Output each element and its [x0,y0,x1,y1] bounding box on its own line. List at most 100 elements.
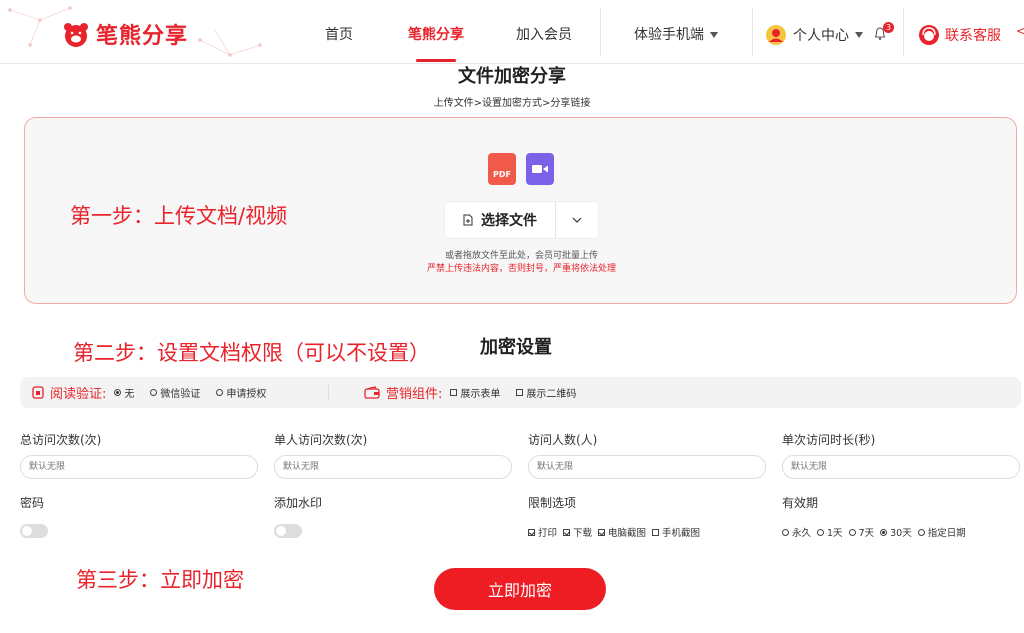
show-qrcode-checkbox[interactable]: 展示二维码 [516,385,576,400]
chevron-down-icon [572,217,582,223]
choose-file-button[interactable]: 选择文件 [445,202,556,238]
validity-1day-radio[interactable]: 1天 [817,525,843,539]
visitors-label: 访问人数(人) [528,433,598,447]
checkbox-label: 下载 [573,528,593,539]
radio-icon [150,389,158,396]
upload-dropzone[interactable]: 第一步：上传文档/视频 PDF 选择文件 或者拖放文件至此处，会员可批量上传 严… [24,117,1017,304]
top-header: 笔熊分享 首页 笔熊分享 加入会员 体验手机端 个人中心 3 联系客服 < [0,0,1024,64]
customer-service-icon [919,25,939,45]
nav-service-label: 联系客服 [945,28,1001,44]
read-verify-group: 阅读验证: 无 微信验证 申请授权 [32,377,266,408]
radio-label: 永久 [792,528,812,539]
visitors-input[interactable] [528,455,766,479]
checkbox-icon [652,528,660,536]
nav-divider [903,8,904,56]
watermark-toggle[interactable] [274,524,302,538]
page-title: 文件加密分享 [458,66,566,87]
radio-label: 7天 [858,528,875,539]
radio-label: 无 [124,389,135,400]
user-avatar-icon [766,25,786,45]
validity-7day-radio[interactable]: 7天 [848,525,875,539]
nav-personal-center[interactable]: 个人中心 [765,0,863,70]
read-verify-wechat-radio[interactable]: 微信验证 [150,385,200,400]
checkbox-checked-icon [563,528,571,536]
radio-icon [848,528,856,536]
upload-hint: 或者拖放文件至此处，会员可批量上传 [444,251,598,261]
video-file-icon [526,153,554,185]
radio-icon [216,389,224,396]
validity-custom-date-radio[interactable]: 指定日期 [917,525,966,539]
logo-text: 笔熊分享 [96,24,189,49]
caret-down-icon [710,32,718,38]
total-visits-input[interactable] [20,455,258,479]
checkbox-icon [516,389,524,396]
read-verify-label: 阅读验证: [50,387,107,402]
password-label: 密码 [20,496,45,510]
nav-home[interactable]: 首页 [325,0,353,64]
checkbox-label: 打印 [538,528,558,539]
checkbox-label: 手机截图 [662,528,701,539]
restrictions-label: 限制选项 [528,496,577,510]
show-form-checkbox[interactable]: 展示表单 [450,385,500,400]
duration-input[interactable] [782,455,1020,479]
validity-forever-radio[interactable]: 永久 [782,525,811,539]
bear-logo-icon [64,23,88,47]
wallet-icon [364,386,380,399]
chevron-left-icon[interactable]: < [1016,24,1024,38]
restrict-pc-screenshot-checkbox[interactable]: 电脑截图 [598,525,646,539]
video-camera-icon [532,165,548,173]
validity-label: 有效期 [782,496,819,510]
radio-icon [782,528,789,536]
step-two-note: 第二步：设置文档权限（可以不设置） [73,341,430,365]
radio-label: 微信验证 [160,389,201,400]
marketing-group: 营销组件: 展示表单 展示二维码 [364,377,576,408]
restrict-download-checkbox[interactable]: 下载 [563,525,592,539]
choose-file-dropdown[interactable] [556,202,598,238]
file-icon [463,214,473,226]
choose-file-label: 选择文件 [481,213,537,229]
nav-mobile-label: 体验手机端 [634,27,704,43]
restrict-print-checkbox[interactable]: 打印 [528,525,557,539]
pdf-file-icon: PDF [488,153,516,185]
checkbox-label: 展示二维码 [526,389,577,400]
read-verify-none-radio[interactable]: 无 [114,385,134,400]
read-verify-apply-radio[interactable]: 申请授权 [216,385,266,400]
checkbox-checked-icon [528,528,535,536]
encrypt-now-button[interactable]: 立即加密 [434,568,606,610]
nav-contact-service[interactable]: 联系客服 [918,0,1001,70]
checkbox-label: 电脑截图 [608,528,647,539]
nav-personal-label: 个人中心 [793,28,849,44]
file-type-icons: PDF [488,153,554,185]
nav-divider [600,8,601,56]
encryption-settings-title: 加密设置 [480,337,552,358]
restrict-mobile-screenshot-checkbox[interactable]: 手机截图 [652,525,700,539]
password-toggle[interactable] [20,524,48,538]
validity-options: 永久 1天 7天 30天 指定日期 [782,525,972,539]
nav-divider [752,8,753,56]
duration-label: 单次访问时长(秒) [782,433,876,447]
notification-badge: 3 [883,22,894,33]
marketing-label: 营销组件: [386,387,443,402]
radio-label: 30天 [890,528,912,539]
radio-icon [817,528,825,536]
radio-label: 1天 [827,528,843,539]
site-logo[interactable]: 笔熊分享 [62,18,188,50]
options-divider [328,385,329,400]
radio-icon [917,528,925,536]
single-visits-input[interactable] [274,455,512,479]
phone-lock-icon [32,386,44,399]
watermark-label: 添加水印 [274,496,323,510]
nav-join-member[interactable]: 加入会员 [516,0,572,64]
radio-selected-icon [114,389,122,396]
radio-label: 指定日期 [927,528,966,539]
checkbox-icon [450,389,458,396]
upload-warning: 严禁上传违法内容，否则封号，严重将依法处理 [426,264,616,274]
nav-bixiong-share[interactable]: 笔熊分享 [408,0,464,64]
choose-file-control: 选择文件 [444,201,599,239]
single-visits-label: 单人访问次数(次) [274,433,368,447]
validity-30day-radio[interactable]: 30天 [880,525,912,539]
nav-mobile-dropdown[interactable]: 体验手机端 [634,0,718,64]
checkbox-label: 展示表单 [460,389,501,400]
breadcrumb-steps: 上传文件>设置加密方式>分享链接 [433,98,591,109]
step-three-note: 第三步：立即加密 [76,568,244,592]
